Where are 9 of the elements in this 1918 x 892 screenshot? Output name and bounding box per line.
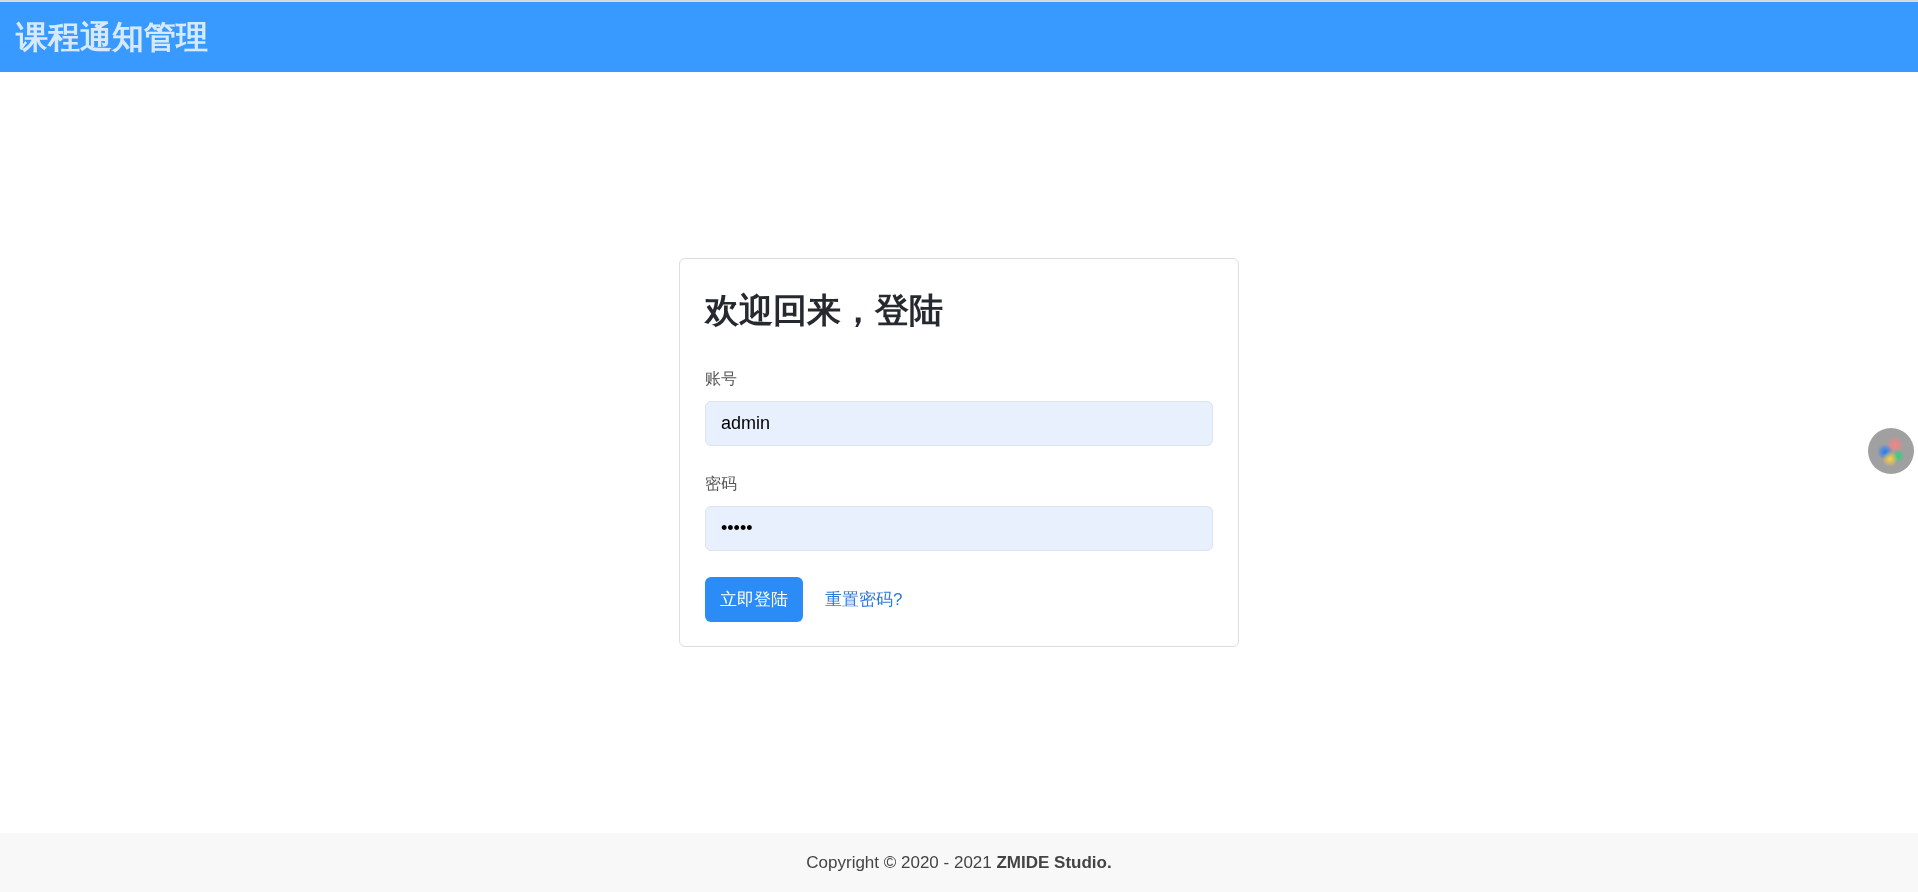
copyright-text: Copyright © 2020 - 2021 ZMIDE Studio. (806, 851, 1112, 874)
input-field[interactable]: admin (705, 401, 1213, 447)
input-field[interactable]: ••••• (705, 506, 1213, 552)
app-title: 课程通知管理 (16, 18, 208, 57)
assistant-orb-icon[interactable] (1868, 428, 1914, 474)
card-title: 欢迎回来，登陆 (705, 289, 944, 331)
field-label: 账号 (705, 369, 738, 390)
reset-password-link[interactable]: 重置密码? (825, 587, 903, 613)
field-label: 密码 (705, 474, 738, 495)
